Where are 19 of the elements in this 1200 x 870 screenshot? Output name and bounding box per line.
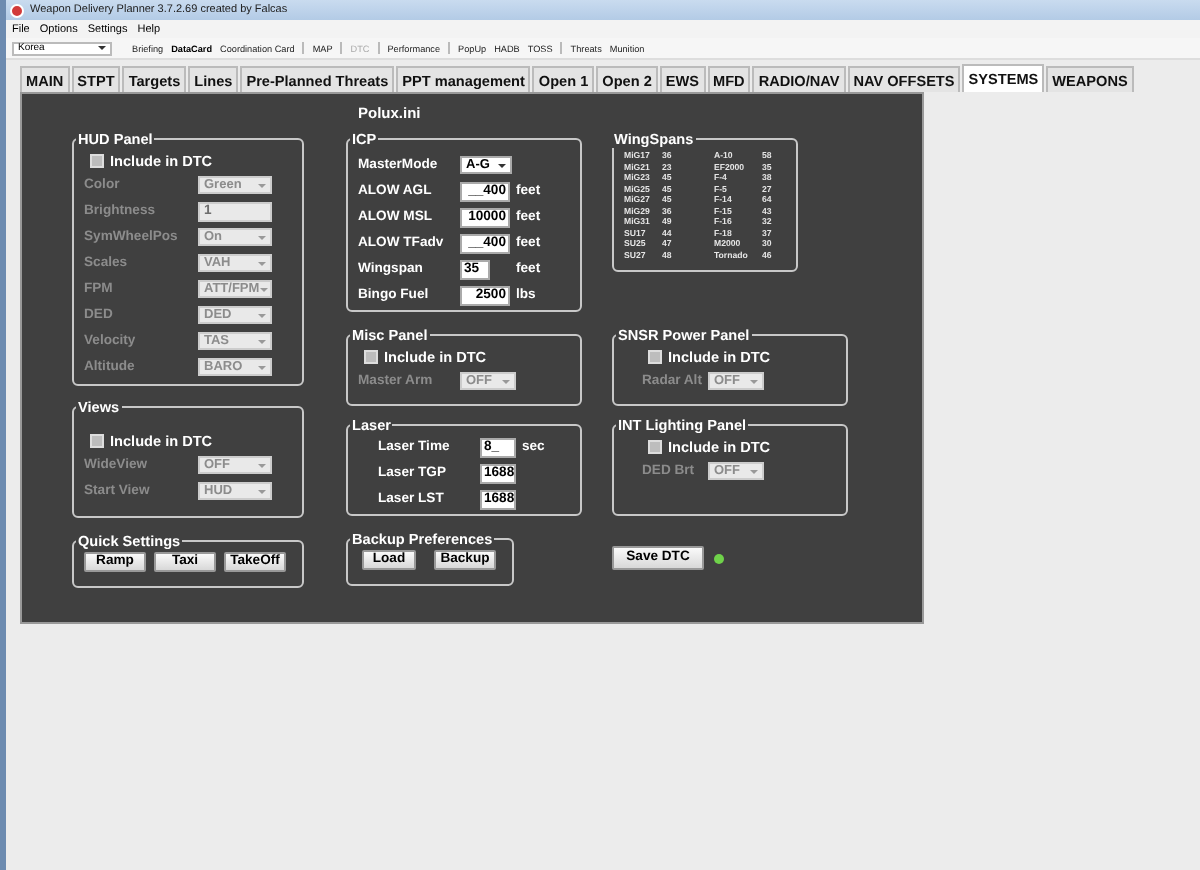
checkbox[interactable] [90,153,104,167]
caret-icon [98,46,106,50]
checkbox[interactable] [648,349,662,363]
caret-icon [750,379,758,383]
caret-icon [258,183,266,187]
caret-icon [258,313,266,317]
caret-icon [258,365,266,369]
caret-icon [502,379,510,383]
caret-icon [750,469,758,473]
checkbox[interactable] [364,349,378,363]
caret-icon [259,287,268,291]
checkbox[interactable] [90,433,104,447]
caret-icon [258,463,266,467]
checkbox[interactable] [648,439,662,453]
caret-icon [498,163,506,167]
caret-icon [258,339,266,343]
caret-icon [258,235,266,239]
caret-icon [258,261,266,265]
caret-icon [258,489,266,493]
